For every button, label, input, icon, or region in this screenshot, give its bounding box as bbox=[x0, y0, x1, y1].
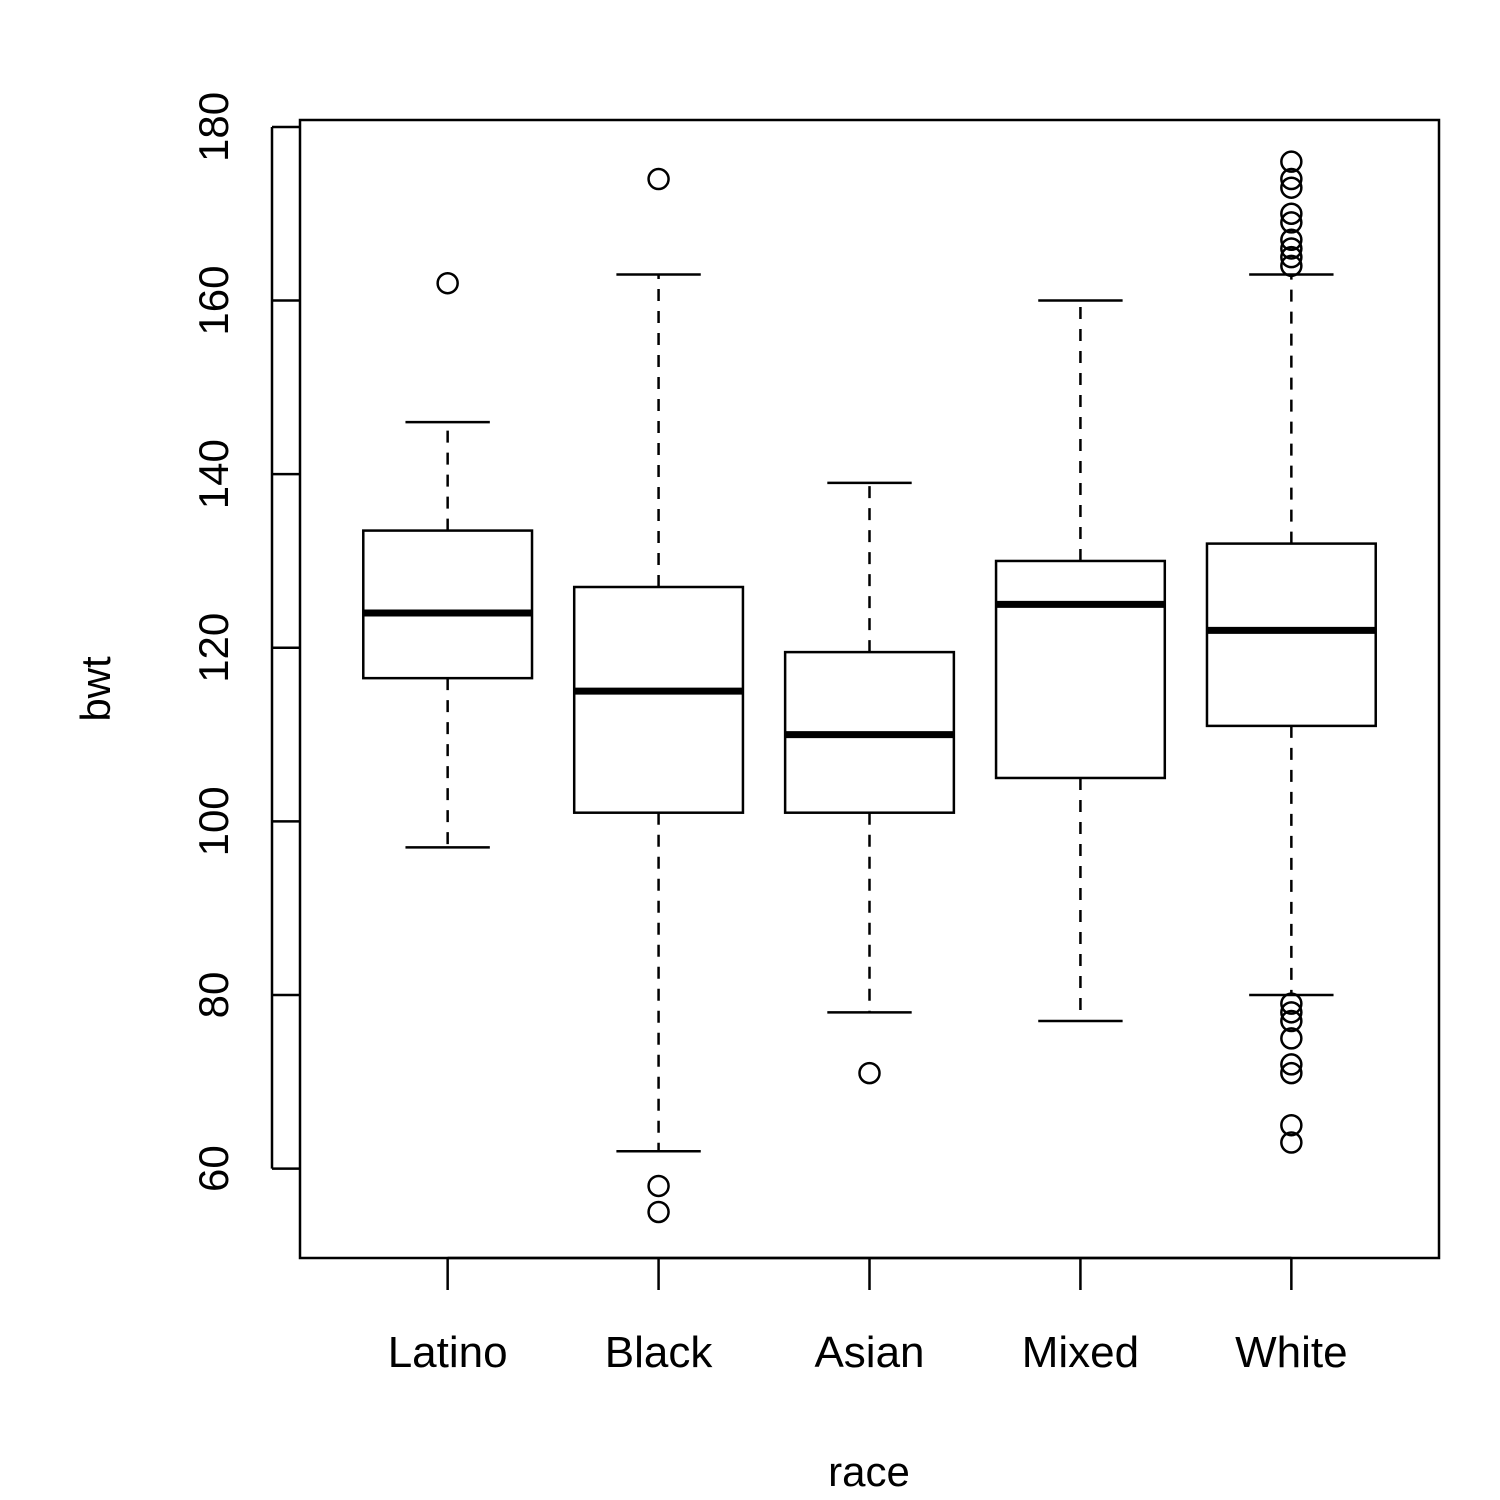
iqr-box bbox=[362, 529, 534, 680]
iqr-box bbox=[1205, 542, 1377, 728]
iqr-box bbox=[572, 585, 745, 814]
y-tick-label: 120 bbox=[190, 613, 237, 683]
x-axis-title: race bbox=[828, 1448, 910, 1495]
x-tick-label: Black bbox=[605, 1328, 714, 1377]
x-tick-label: Mixed bbox=[1022, 1328, 1139, 1377]
x-tick-label: White bbox=[1235, 1328, 1347, 1377]
y-tick-label: 160 bbox=[190, 266, 237, 336]
y-tick-label: 60 bbox=[190, 1145, 237, 1192]
x-tick-label: Asian bbox=[814, 1328, 924, 1377]
y-tick-label: 100 bbox=[190, 786, 237, 856]
y-tick-label: 140 bbox=[190, 439, 237, 509]
y-tick-label: 80 bbox=[190, 972, 237, 1019]
background bbox=[0, 0, 1500, 1500]
x-tick-label: Latino bbox=[388, 1328, 508, 1377]
y-axis-title: bwt bbox=[72, 656, 119, 722]
iqr-box bbox=[994, 559, 1167, 780]
boxplot-chart: 60 80 100 120 140 160 180 Latino Black Asian Mixe… bbox=[0, 0, 1500, 1500]
y-tick-label: 180 bbox=[190, 92, 237, 162]
